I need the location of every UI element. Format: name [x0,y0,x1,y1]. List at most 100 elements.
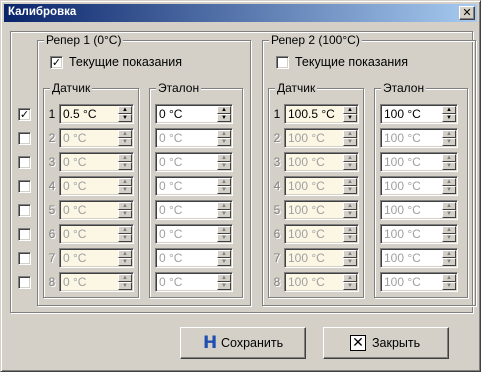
spin-up-arrow-icon[interactable]: ▲ [217,202,231,210]
spin-up-arrow-icon[interactable]: ▲ [442,202,456,210]
spin-down-arrow-icon[interactable]: ▼ [343,114,357,122]
sensor-spin-field[interactable]: 100 °C ▲ ▼ [284,272,359,292]
sensor-spin-field[interactable]: 100 °C ▲ ▼ [284,152,359,172]
row-enable-checkbox[interactable] [18,204,31,217]
sensor-spin-field[interactable]: 100 °C ▲ ▼ [284,128,359,148]
spin-down-arrow-icon[interactable]: ▼ [343,186,357,194]
current-readings-label[interactable]: Текущие показания [295,55,408,69]
spin-down-arrow-icon[interactable]: ▼ [343,258,357,266]
row-enable-checkbox[interactable] [18,228,31,241]
reference-value[interactable]: 100 °C [384,251,421,265]
row-enable-checkbox[interactable] [18,156,31,169]
reference-spin-field[interactable]: 100 °C ▲ ▼ [380,152,458,172]
spin-up-arrow-icon[interactable]: ▲ [118,154,132,162]
reference-spin-field[interactable]: 100 °C ▲ ▼ [380,128,458,148]
sensor-value[interactable]: 100 °C [288,275,325,289]
spin-down-arrow-icon[interactable]: ▼ [118,186,132,194]
sensor-spin-field[interactable]: 0 °C ▲ ▼ [59,128,134,148]
reference-value[interactable]: 0 °C [159,275,182,289]
sensor-value[interactable]: 100.5 °C [288,107,335,121]
row-enable-checkbox[interactable] [18,252,31,265]
spin-up-arrow-icon[interactable]: ▲ [343,178,357,186]
reference-spin-field[interactable]: 100 °C ▲ ▼ [380,224,458,244]
spin-up-arrow-icon[interactable]: ▲ [442,250,456,258]
sensor-value[interactable]: 0 °C [63,179,86,193]
spin-down-arrow-icon[interactable]: ▼ [118,138,132,146]
spin-up-arrow-icon[interactable]: ▲ [442,154,456,162]
save-button[interactable]: H Сохранить [180,327,306,359]
reference-spin-field[interactable]: 100 °C ▲ ▼ [380,248,458,268]
spin-up-arrow-icon[interactable]: ▲ [343,154,357,162]
spin-up-arrow-icon[interactable]: ▲ [442,130,456,138]
reference-value[interactable]: 0 °C [159,251,182,265]
reference-spin-field[interactable]: 100 °C ▲ ▼ [380,200,458,220]
sensor-value[interactable]: 0.5 °C [63,107,96,121]
spin-up-arrow-icon[interactable]: ▲ [217,250,231,258]
spin-down-arrow-icon[interactable]: ▼ [217,162,231,170]
reference-value[interactable]: 100 °C [384,227,421,241]
sensor-spin-field[interactable]: 0.5 °C ▲ ▼ [59,104,134,124]
spin-down-arrow-icon[interactable]: ▼ [217,234,231,242]
spin-up-arrow-icon[interactable]: ▲ [217,106,231,114]
sensor-spin-field[interactable]: 100 °C ▲ ▼ [284,176,359,196]
reference-spin-field[interactable]: 0 °C ▲ ▼ [155,152,233,172]
close-button[interactable]: ✕ Закрыть [323,327,449,359]
sensor-value[interactable]: 0 °C [63,227,86,241]
spin-down-arrow-icon[interactable]: ▼ [442,186,456,194]
reference-spin-field[interactable]: 100 °C ▲ ▼ [380,272,458,292]
sensor-value[interactable]: 100 °C [288,131,325,145]
reference-spin-field[interactable]: 0 °C ▲ ▼ [155,224,233,244]
spin-down-arrow-icon[interactable]: ▼ [118,234,132,242]
spin-up-arrow-icon[interactable]: ▲ [343,274,357,282]
sensor-value[interactable]: 0 °C [63,251,86,265]
spin-down-arrow-icon[interactable]: ▼ [118,258,132,266]
reference-value[interactable]: 100 °C [384,179,421,193]
window-close-button[interactable]: ✕ [459,6,475,20]
sensor-spin-field[interactable]: 0 °C ▲ ▼ [59,248,134,268]
spin-up-arrow-icon[interactable]: ▲ [343,130,357,138]
reference-value[interactable]: 0 °C [159,131,182,145]
sensor-value[interactable]: 0 °C [63,275,86,289]
reference-value[interactable]: 100 °C [384,203,421,217]
sensor-spin-field[interactable]: 0 °C ▲ ▼ [59,176,134,196]
reference-value[interactable]: 0 °C [159,179,182,193]
title-bar[interactable]: Калибровка ✕ [4,4,477,22]
sensor-spin-field[interactable]: 0 °C ▲ ▼ [59,272,134,292]
spin-up-arrow-icon[interactable]: ▲ [118,106,132,114]
spin-down-arrow-icon[interactable]: ▼ [442,210,456,218]
spin-down-arrow-icon[interactable]: ▼ [343,210,357,218]
reference-spin-field[interactable]: 100 °C ▲ ▼ [380,176,458,196]
row-enable-checkbox[interactable] [18,132,31,145]
spin-up-arrow-icon[interactable]: ▲ [118,202,132,210]
reference-spin-field[interactable]: 0 °C ▲ ▼ [155,272,233,292]
sensor-value[interactable]: 100 °C [288,251,325,265]
sensor-value[interactable]: 0 °C [63,131,86,145]
reference-spin-field[interactable]: 0 °C ▲ ▼ [155,248,233,268]
reference-value[interactable]: 100 °C [384,107,421,121]
spin-down-arrow-icon[interactable]: ▼ [343,234,357,242]
spin-down-arrow-icon[interactable]: ▼ [118,282,132,290]
reference-spin-field[interactable]: 0 °C ▲ ▼ [155,128,233,148]
spin-down-arrow-icon[interactable]: ▼ [118,210,132,218]
spin-up-arrow-icon[interactable]: ▲ [442,106,456,114]
reference-value[interactable]: 100 °C [384,155,421,169]
reference-value[interactable]: 0 °C [159,155,182,169]
reference-spin-field[interactable]: 0 °C ▲ ▼ [155,104,233,124]
spin-down-arrow-icon[interactable]: ▼ [217,282,231,290]
sensor-spin-field[interactable]: 100 °C ▲ ▼ [284,200,359,220]
spin-up-arrow-icon[interactable]: ▲ [442,274,456,282]
sensor-spin-field[interactable]: 0 °C ▲ ▼ [59,152,134,172]
current-readings-checkbox[interactable] [276,56,289,69]
spin-down-arrow-icon[interactable]: ▼ [118,114,132,122]
reference-value[interactable]: 100 °C [384,131,421,145]
spin-down-arrow-icon[interactable]: ▼ [118,162,132,170]
spin-up-arrow-icon[interactable]: ▲ [343,250,357,258]
spin-down-arrow-icon[interactable]: ▼ [442,234,456,242]
spin-down-arrow-icon[interactable]: ▼ [217,258,231,266]
spin-down-arrow-icon[interactable]: ▼ [343,162,357,170]
sensor-value[interactable]: 100 °C [288,203,325,217]
spin-up-arrow-icon[interactable]: ▲ [217,274,231,282]
spin-up-arrow-icon[interactable]: ▲ [118,178,132,186]
spin-up-arrow-icon[interactable]: ▲ [343,202,357,210]
current-readings-label[interactable]: Текущие показания [69,55,182,69]
